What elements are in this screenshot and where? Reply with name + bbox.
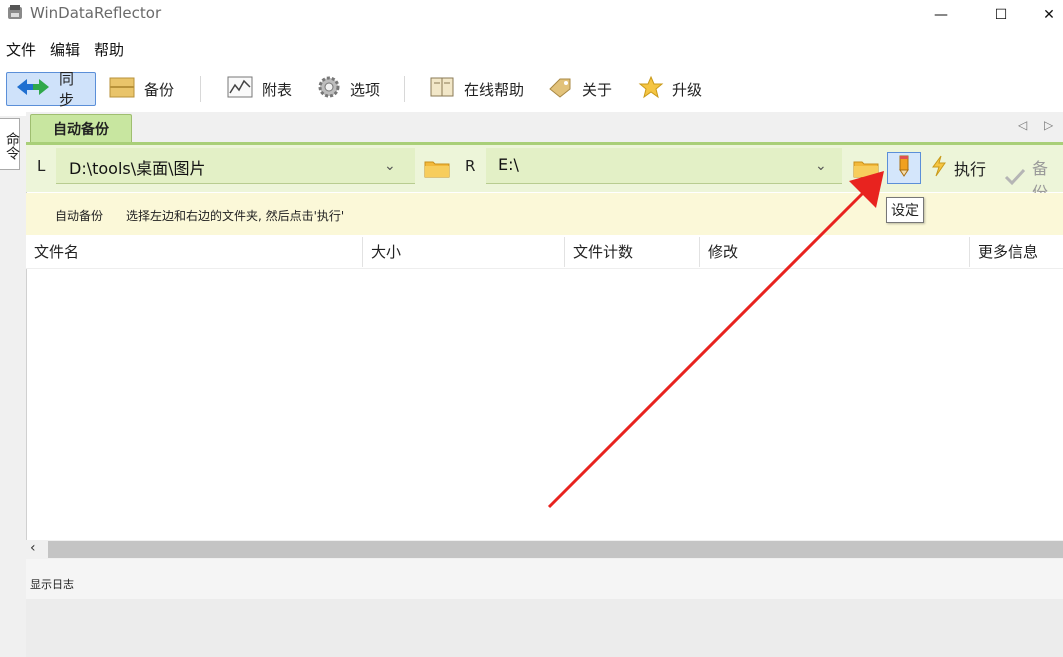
tag-icon bbox=[546, 75, 574, 103]
options-button[interactable]: 选项 bbox=[308, 72, 394, 106]
log-title: 显示日志 bbox=[30, 578, 74, 591]
column-header-file-count[interactable]: 文件计数 bbox=[573, 241, 633, 262]
menu-edit[interactable]: 编辑 bbox=[44, 36, 88, 62]
column-header-size[interactable]: 大小 bbox=[371, 241, 401, 262]
tab-prev-icon[interactable]: ◁ bbox=[1018, 118, 1027, 132]
app-icon bbox=[6, 4, 24, 22]
sync-arrows-icon bbox=[15, 77, 51, 101]
column-separator[interactable] bbox=[564, 237, 565, 267]
log-header bbox=[26, 559, 1063, 599]
maximize-button[interactable]: ☐ bbox=[978, 0, 1024, 30]
settings-button[interactable] bbox=[887, 152, 921, 184]
column-separator[interactable] bbox=[969, 237, 970, 267]
execute-label: 执行 bbox=[954, 160, 987, 179]
log-panel bbox=[26, 599, 1063, 657]
scroll-left-arrow-icon[interactable]: ‹ bbox=[30, 540, 36, 556]
menu-help[interactable]: 帮助 bbox=[88, 36, 132, 62]
book-icon bbox=[428, 75, 456, 103]
backup-box-icon bbox=[108, 75, 136, 103]
tab-strip bbox=[26, 112, 1063, 144]
toolbar: 同步 备份 附表 选项 在线帮助 关于 升级 bbox=[0, 68, 1063, 110]
pencil-icon bbox=[895, 154, 913, 182]
column-separator[interactable] bbox=[699, 237, 700, 267]
tab-auto-backup[interactable]: 自动备份 bbox=[30, 114, 132, 142]
info-title: 自动备份 bbox=[55, 209, 104, 223]
about-label: 关于 bbox=[582, 80, 613, 99]
online-help-label: 在线帮助 bbox=[464, 80, 525, 99]
column-separator[interactable] bbox=[362, 237, 363, 267]
lightning-icon bbox=[930, 155, 948, 181]
gear-icon bbox=[316, 74, 342, 104]
left-side-strip bbox=[0, 116, 27, 657]
about-button[interactable]: 关于 bbox=[538, 72, 628, 106]
menu-file[interactable]: 文件 bbox=[0, 36, 44, 62]
upgrade-label: 升级 bbox=[672, 80, 703, 99]
schedule-button[interactable]: 附表 bbox=[218, 72, 308, 106]
backup-toolbar-button[interactable]: 备份 bbox=[100, 72, 192, 106]
options-label: 选项 bbox=[350, 80, 381, 99]
menu-bar: 文件 编辑 帮助 bbox=[0, 36, 1063, 62]
schedule-chart-icon bbox=[226, 75, 254, 103]
column-header-modified[interactable]: 修改 bbox=[708, 241, 738, 262]
online-help-button[interactable]: 在线帮助 bbox=[420, 72, 536, 106]
left-side-tab[interactable]: 命令 bbox=[0, 118, 20, 170]
star-icon bbox=[638, 75, 664, 103]
window-title: WinDataReflector bbox=[30, 4, 162, 22]
left-side-label: L bbox=[37, 157, 46, 175]
right-dropdown-chevron-icon[interactable]: ⌄ bbox=[815, 158, 827, 174]
right-side-label: R bbox=[465, 157, 476, 175]
execute-button[interactable]: 执行 bbox=[930, 155, 986, 181]
info-text: 选择左边和右边的文件夹, 然后点击'执行' bbox=[126, 209, 345, 223]
checkmark-icon bbox=[1004, 167, 1026, 191]
right-path-combobox[interactable] bbox=[486, 148, 842, 184]
file-table-header bbox=[26, 235, 1063, 269]
sync-button[interactable]: 同步 bbox=[6, 70, 96, 109]
column-header-more-info[interactable]: 更多信息 bbox=[978, 241, 1038, 262]
close-button[interactable]: ✕ bbox=[1035, 0, 1063, 30]
settings-tooltip: 设定 bbox=[886, 197, 924, 223]
scrollbar-thumb[interactable] bbox=[48, 541, 1063, 558]
left-path-value: D:\tools\桌面\图片 bbox=[69, 159, 206, 178]
right-folder-icon[interactable] bbox=[853, 158, 879, 178]
left-folder-icon[interactable] bbox=[424, 158, 450, 178]
tab-next-icon[interactable]: ▷ bbox=[1044, 118, 1053, 132]
backup-toolbar-label: 备份 bbox=[144, 80, 175, 99]
sync-label: 同步 bbox=[59, 70, 75, 109]
minimize-button[interactable]: — bbox=[918, 0, 964, 30]
upgrade-button[interactable]: 升级 bbox=[630, 72, 714, 106]
column-header-filename[interactable]: 文件名 bbox=[34, 241, 79, 262]
right-path-value: E:\ bbox=[498, 155, 519, 174]
schedule-label: 附表 bbox=[262, 80, 293, 99]
toolbar-separator bbox=[404, 76, 405, 102]
left-dropdown-chevron-icon[interactable]: ⌄ bbox=[384, 158, 396, 174]
toolbar-separator bbox=[200, 76, 201, 102]
